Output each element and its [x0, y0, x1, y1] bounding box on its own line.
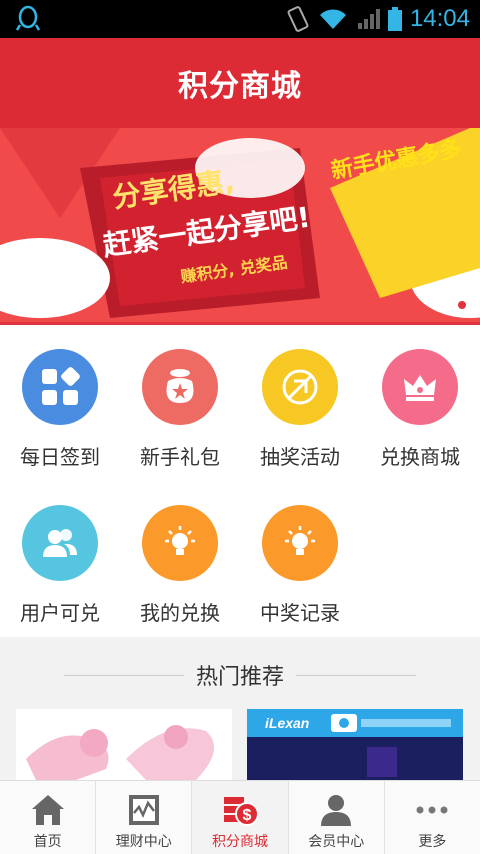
battery-icon — [387, 7, 402, 31]
tab-label: 首页 — [33, 834, 62, 850]
my-exchange-circle — [142, 505, 218, 581]
coin-icon: $ — [224, 797, 258, 826]
app-header: 积分商城 — [0, 38, 480, 128]
users-circle — [22, 505, 98, 581]
menu-item-checkin[interactable]: 每日签到 — [0, 325, 120, 481]
gift-circle — [142, 349, 218, 425]
tab-label: 理财中心 — [115, 834, 172, 850]
qq-icon — [15, 5, 41, 31]
product-image-earphones — [16, 709, 232, 780]
tab-label: 会员中心 — [308, 834, 365, 850]
prize-record-circle — [262, 505, 338, 581]
money-bag-icon — [166, 369, 194, 403]
card-brand-text: iLexan — [265, 715, 310, 731]
svg-text:$: $ — [243, 807, 252, 824]
grid-icon — [42, 367, 80, 405]
more-icon — [416, 806, 448, 814]
menu-item-newbie-gift[interactable]: 新手礼包 — [120, 325, 240, 481]
section-header: 热门推荐 — [0, 655, 480, 695]
home-icon — [31, 795, 64, 825]
checkin-circle — [22, 349, 98, 425]
menu-item-my-exchange[interactable]: 我的兑换 — [120, 481, 240, 637]
feature-menu: 每日签到 新手礼包 抽奖活动 兑换商城 用户可兑 我的兑换 中奖记录 — [0, 325, 480, 637]
menu-label: 每日签到 — [20, 445, 100, 469]
menu-label: 我的兑换 — [140, 601, 220, 625]
status-time: 14:04 — [409, 5, 470, 32]
banner-page-indicator[interactable] — [458, 301, 466, 309]
app-screen: 14:04 积分商城 分享得惠, 赶紧一起分享吧! 赚积分, 兑奖品 新手优惠多… — [0, 0, 480, 854]
tab-home[interactable]: 首页 — [0, 781, 97, 854]
bottom-tab-bar: 首页 理财中心 $ 积分商城 会员中心 更多 — [0, 780, 480, 854]
menu-label: 抽奖活动 — [260, 445, 340, 469]
promo-banner[interactable]: 分享得惠, 赶紧一起分享吧! 赚积分, 兑奖品 新手优惠多多 — [0, 128, 480, 325]
users-icon — [43, 529, 77, 557]
user-icon — [321, 795, 352, 826]
no-compass-icon — [282, 369, 318, 405]
menu-item-prize-record[interactable]: 中奖记录 — [240, 481, 360, 637]
lightbulb-icon — [285, 526, 315, 555]
hot-recommend-section: 热门推荐 iLexan — [0, 637, 480, 780]
product-card-ilexan[interactable]: iLexan — [247, 709, 463, 780]
menu-label: 中奖记录 — [260, 601, 340, 625]
menu-label: 兑换商城 — [380, 445, 460, 469]
section-title: 热门推荐 — [195, 665, 284, 690]
menu-item-exchange-mall[interactable]: 兑换商城 — [360, 325, 480, 481]
tab-label: 积分商城 — [212, 834, 268, 850]
vibrate-icon — [287, 6, 309, 32]
tab-finance-center[interactable]: 理财中心 — [96, 781, 193, 854]
lottery-circle — [262, 349, 338, 425]
wifi-icon — [319, 9, 346, 29]
crown-icon — [404, 375, 436, 401]
tab-points-mall[interactable]: $ 积分商城 — [192, 781, 289, 854]
tab-more[interactable]: 更多 — [385, 781, 480, 854]
tab-member-center[interactable]: 会员中心 — [289, 781, 385, 854]
page-title: 积分商城 — [178, 69, 302, 104]
status-bar: 14:04 — [0, 0, 480, 38]
chart-icon — [128, 795, 159, 825]
divider — [296, 674, 416, 676]
menu-label: 新手礼包 — [140, 445, 220, 469]
tab-label: 更多 — [418, 834, 447, 850]
lightbulb-icon — [165, 526, 195, 555]
product-card-earphones[interactable] — [16, 709, 232, 780]
menu-item-user-redeemable[interactable]: 用户可兑 — [0, 481, 120, 637]
exchange-circle — [382, 349, 458, 425]
menu-item-lottery[interactable]: 抽奖活动 — [240, 325, 360, 481]
divider — [63, 674, 184, 676]
signal-icon — [357, 9, 380, 29]
menu-label: 用户可兑 — [20, 601, 100, 625]
